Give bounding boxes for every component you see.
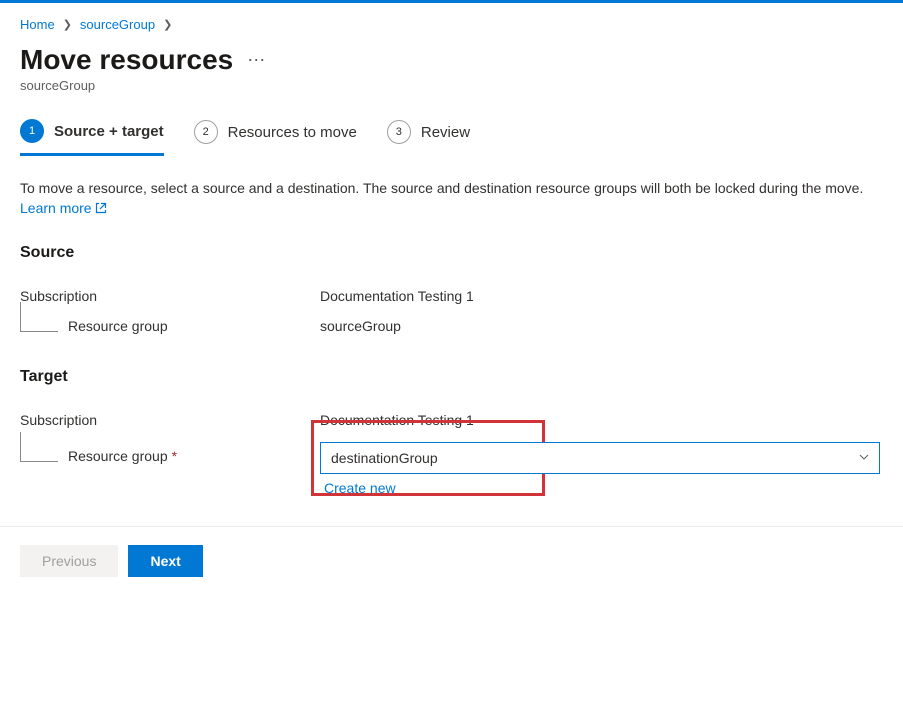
tree-connector-icon [20, 432, 58, 462]
step-number: 3 [387, 120, 411, 144]
page-subtitle: sourceGroup [20, 78, 883, 93]
breadcrumb: Home ❯ sourceGroup ❯ [20, 17, 883, 32]
chevron-right-icon: ❯ [163, 18, 172, 31]
required-indicator: * [172, 448, 177, 464]
tab-label: Resources to move [228, 124, 357, 141]
target-rg-select[interactable]: destinationGroup [320, 442, 880, 474]
page-title: Move resources [20, 44, 233, 76]
step-number: 1 [20, 119, 44, 143]
source-rg-label: Resource group [68, 318, 168, 334]
tab-review[interactable]: 3 Review [387, 119, 470, 155]
more-actions-button[interactable]: ⋯ [247, 50, 266, 71]
tab-source-target[interactable]: 1 Source + target [20, 119, 164, 156]
next-button[interactable]: Next [128, 545, 202, 577]
breadcrumb-home[interactable]: Home [20, 17, 55, 32]
target-subscription-value: Documentation Testing 1 [320, 412, 883, 428]
wizard-tabs: 1 Source + target 2 Resources to move 3 … [20, 119, 883, 156]
external-link-icon [95, 199, 107, 211]
breadcrumb-group[interactable]: sourceGroup [80, 17, 155, 32]
tree-connector-icon [20, 302, 58, 332]
description-text: To move a resource, select a source and … [20, 178, 883, 218]
target-heading: Target [20, 368, 883, 386]
source-subscription-label: Subscription [20, 288, 320, 304]
footer-actions: Previous Next [0, 526, 903, 595]
target-subscription-label: Subscription [20, 412, 320, 428]
source-heading: Source [20, 244, 883, 262]
tab-label: Review [421, 124, 470, 141]
previous-button[interactable]: Previous [20, 545, 118, 577]
source-rg-value: sourceGroup [320, 318, 883, 334]
step-number: 2 [194, 120, 218, 144]
source-subscription-value: Documentation Testing 1 [320, 288, 883, 304]
learn-more-link[interactable]: Learn more [20, 200, 107, 216]
tab-resources-to-move[interactable]: 2 Resources to move [194, 119, 357, 155]
target-rg-label: Resource group [68, 448, 168, 464]
chevron-right-icon: ❯ [63, 18, 72, 31]
create-new-link[interactable]: Create new [324, 480, 396, 496]
tab-label: Source + target [54, 123, 164, 140]
